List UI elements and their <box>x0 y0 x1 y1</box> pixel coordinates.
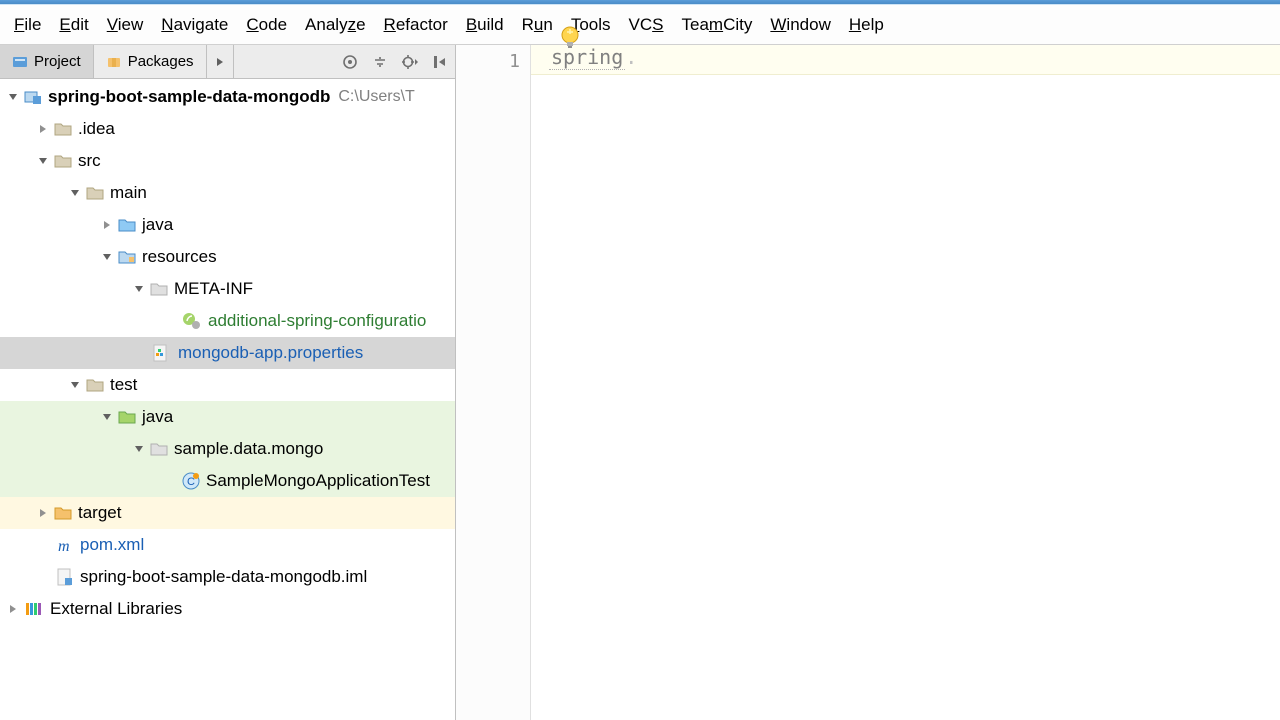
svg-text:m: m <box>58 538 70 553</box>
test-source-folder-icon <box>118 410 136 424</box>
tree-java-test[interactable]: java <box>0 401 455 433</box>
tree-idea-folder[interactable]: .idea <box>0 113 455 145</box>
packages-icon <box>106 54 122 70</box>
spring-config-icon <box>182 312 202 330</box>
test-label: test <box>110 375 137 395</box>
root-name: spring-boot-sample-data-mongodb <box>48 87 330 107</box>
folder-icon <box>54 122 72 136</box>
pom-label: pom.xml <box>80 535 144 555</box>
library-icon <box>24 601 44 617</box>
source-folder-icon <box>118 218 136 232</box>
iml-label: spring-boot-sample-data-mongodb.iml <box>80 567 367 587</box>
resources-label: resources <box>142 247 217 267</box>
settings-gear-icon[interactable] <box>395 45 425 78</box>
folder-grey-icon <box>150 282 168 296</box>
chevron-down-icon[interactable] <box>66 379 84 391</box>
tab-packages-label: Packages <box>128 53 194 70</box>
folder-icon <box>86 186 104 200</box>
main-label: main <box>110 183 147 203</box>
editor-body[interactable]: spring. <box>531 45 1280 720</box>
menubar: File Edit View Navigate Code Analyze Ref… <box>0 5 1280 45</box>
tree-test-folder[interactable]: test <box>0 369 455 401</box>
folder-icon <box>54 154 72 168</box>
line-number: 1 <box>456 51 520 72</box>
chevron-down-icon[interactable] <box>98 411 116 423</box>
maven-icon: m <box>56 537 74 553</box>
code-dot: . <box>625 45 637 69</box>
chevron-right-icon[interactable] <box>34 507 52 519</box>
excluded-folder-icon <box>54 506 72 520</box>
additional-config-label: additional-spring-configuratio <box>208 311 426 331</box>
tab-project[interactable]: Project <box>0 45 94 78</box>
meta-inf-label: META-INF <box>174 279 253 299</box>
properties-file-icon <box>152 344 172 362</box>
menu-view[interactable]: View <box>99 13 152 37</box>
tree-java-main[interactable]: java <box>0 209 455 241</box>
mongodb-props-label: mongodb-app.properties <box>178 343 363 363</box>
project-icon <box>12 54 28 70</box>
chevron-right-icon[interactable] <box>98 219 116 231</box>
menu-teamcity[interactable]: TeamCity <box>674 13 761 37</box>
chevron-down-icon[interactable] <box>98 251 116 263</box>
menu-navigate[interactable]: Navigate <box>153 13 236 37</box>
resources-folder-icon <box>118 250 136 264</box>
java-class-icon: C <box>182 472 200 490</box>
folder-icon <box>86 378 104 392</box>
menu-run[interactable]: Run <box>514 13 561 37</box>
hide-panel-icon[interactable] <box>425 45 455 78</box>
sample-test-label: SampleMongoApplicationTest <box>206 471 430 491</box>
iml-file-icon <box>56 568 74 586</box>
editor[interactable]: 1 spring. <box>456 45 1280 720</box>
collapse-all-icon[interactable] <box>365 45 395 78</box>
menu-edit[interactable]: Edit <box>51 13 96 37</box>
tree-resources[interactable]: resources <box>0 241 455 273</box>
chevron-down-icon[interactable] <box>66 187 84 199</box>
java-test-label: java <box>142 407 173 427</box>
tree-mongodb-props[interactable]: mongodb-app.properties <box>0 337 455 369</box>
chevron-down-icon[interactable] <box>34 155 52 167</box>
menu-refactor[interactable]: Refactor <box>376 13 456 37</box>
ext-lib-label: External Libraries <box>50 599 182 619</box>
src-label: src <box>78 151 101 171</box>
root-path: C:\Users\T <box>338 88 414 106</box>
menu-analyze[interactable]: Analyze <box>297 13 374 37</box>
project-tool-window: Project Packages <box>0 45 456 720</box>
target-label: target <box>78 503 121 523</box>
project-panel-header: Project Packages <box>0 45 455 79</box>
menu-file[interactable]: File <box>6 13 49 37</box>
menu-window[interactable]: Window <box>762 13 838 37</box>
tree-pom[interactable]: m pom.xml <box>0 529 455 561</box>
tree-src-folder[interactable]: src <box>0 145 455 177</box>
module-icon <box>24 89 42 105</box>
chevron-down-icon[interactable] <box>4 91 22 103</box>
tree-target[interactable]: target <box>0 497 455 529</box>
tree-iml[interactable]: spring-boot-sample-data-mongodb.iml <box>0 561 455 593</box>
menu-code[interactable]: Code <box>238 13 295 37</box>
tree-external-libraries[interactable]: External Libraries <box>0 593 455 625</box>
editor-gutter: 1 <box>456 45 531 720</box>
chevron-down-icon[interactable] <box>130 443 148 455</box>
package-icon <box>150 442 168 456</box>
tree-additional-config[interactable]: additional-spring-configuratio <box>0 305 455 337</box>
intention-bulb-icon[interactable] <box>559 25 581 56</box>
chevron-right-icon[interactable] <box>34 123 52 135</box>
idea-label: .idea <box>78 119 115 139</box>
tab-packages[interactable]: Packages <box>94 45 207 78</box>
tab-project-label: Project <box>34 53 81 70</box>
tree-root[interactable]: spring-boot-sample-data-mongodb C:\Users… <box>0 81 455 113</box>
chevron-right-icon[interactable] <box>4 603 22 615</box>
tree-sample-test-class[interactable]: C SampleMongoApplicationTest <box>0 465 455 497</box>
menu-help[interactable]: Help <box>841 13 892 37</box>
project-tree[interactable]: spring-boot-sample-data-mongodb C:\Users… <box>0 79 455 720</box>
java-main-label: java <box>142 215 173 235</box>
sample-pkg-label: sample.data.mongo <box>174 439 323 459</box>
tree-main-folder[interactable]: main <box>0 177 455 209</box>
view-mode-dropdown[interactable] <box>207 45 234 78</box>
menu-vcs[interactable]: VCS <box>621 13 672 37</box>
chevron-down-icon[interactable] <box>130 283 148 295</box>
tree-meta-inf[interactable]: META-INF <box>0 273 455 305</box>
menu-build[interactable]: Build <box>458 13 512 37</box>
tree-sample-pkg[interactable]: sample.data.mongo <box>0 433 455 465</box>
scroll-from-source-icon[interactable] <box>335 45 365 78</box>
